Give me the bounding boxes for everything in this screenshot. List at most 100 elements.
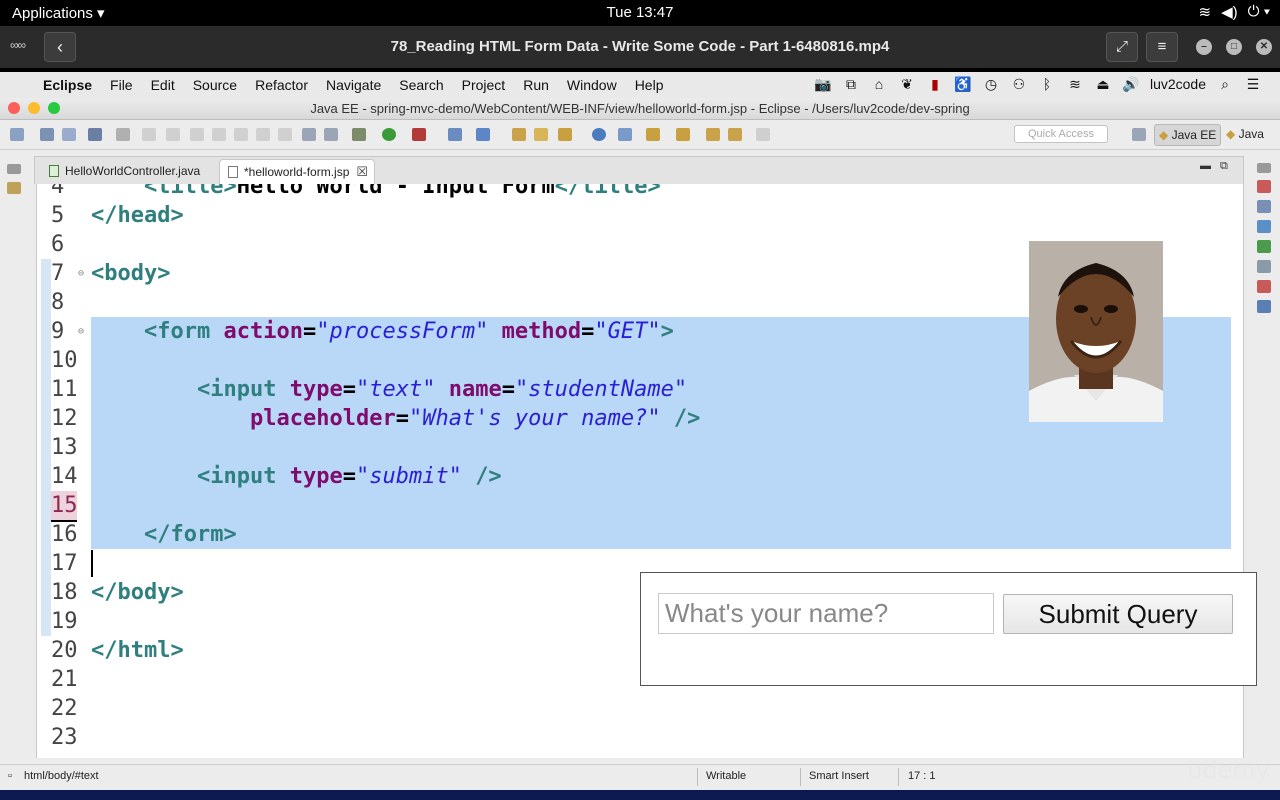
terminate-icon[interactable] bbox=[190, 128, 204, 141]
fold-toggle-icon[interactable]: ⊖ bbox=[78, 317, 84, 346]
window-icon[interactable]: ⧉ bbox=[842, 76, 860, 92]
code-text: <title>Hello World - Input Form</title> bbox=[144, 184, 661, 199]
code-line[interactable]: 22 bbox=[37, 694, 1243, 723]
open-type-icon[interactable] bbox=[512, 128, 526, 141]
minimize-editor-icon[interactable]: ▬ bbox=[1200, 160, 1211, 172]
console-icon[interactable] bbox=[1257, 300, 1271, 313]
menu-navigate[interactable]: Navigate bbox=[317, 77, 390, 93]
notification-list-icon[interactable]: ☰ bbox=[1244, 76, 1262, 92]
save-icon[interactable] bbox=[40, 128, 54, 141]
code-line[interactable]: 16 </form> bbox=[37, 520, 1243, 549]
code-line[interactable]: 4 <title>Hello World - Input Form</title… bbox=[37, 184, 1243, 201]
disconnect-icon[interactable] bbox=[212, 128, 226, 141]
menu-window[interactable]: Window bbox=[558, 77, 626, 93]
new-package-icon[interactable] bbox=[476, 128, 490, 141]
properties-icon[interactable] bbox=[1257, 200, 1271, 213]
maximize-icon[interactable]: □ bbox=[1226, 39, 1242, 55]
restore-icon[interactable] bbox=[1257, 163, 1271, 173]
sync-icon[interactable] bbox=[618, 128, 632, 141]
external-tools-icon[interactable] bbox=[412, 128, 426, 141]
student-name-input[interactable]: What's your name? bbox=[658, 593, 994, 634]
minimize-icon[interactable]: – bbox=[1196, 39, 1212, 55]
user-name[interactable]: luv2code bbox=[1150, 76, 1206, 92]
menu-search[interactable]: Search bbox=[390, 77, 452, 93]
code-line[interactable]: 23 bbox=[37, 723, 1243, 752]
fold-toggle-icon[interactable]: ⊖ bbox=[78, 259, 84, 288]
open-folder-icon[interactable] bbox=[534, 128, 548, 141]
tab-helloworldcontroller[interactable]: HelloWorldController.java bbox=[41, 159, 221, 185]
step-return-icon[interactable] bbox=[278, 128, 292, 141]
wifi-icon[interactable]: ≋ bbox=[1066, 76, 1084, 92]
evernote-icon[interactable]: ❦ bbox=[898, 76, 916, 92]
project-explorer-icon[interactable] bbox=[7, 182, 21, 194]
menu-eclipse[interactable]: Eclipse bbox=[34, 77, 101, 93]
udemy-watermark: udemy bbox=[1187, 756, 1270, 784]
snippets-icon[interactable] bbox=[1257, 260, 1271, 273]
text-cursor bbox=[91, 550, 93, 577]
problems-icon[interactable] bbox=[1257, 280, 1271, 293]
spotlight-search-icon[interactable]: ⌕ bbox=[1216, 76, 1234, 92]
skip-breakpoints-icon[interactable] bbox=[116, 128, 130, 141]
step-into-icon[interactable] bbox=[234, 128, 248, 141]
data-source-icon[interactable] bbox=[1257, 240, 1271, 253]
fullscreen-icon[interactable]: ⤢ bbox=[1106, 32, 1138, 62]
debug-icon[interactable] bbox=[352, 128, 366, 141]
terminal-icon[interactable] bbox=[88, 128, 102, 141]
code-line[interactable]: 5 </head> bbox=[37, 201, 1243, 230]
perspective-java-ee[interactable]: ◆ Java EE bbox=[1154, 124, 1222, 146]
toggle-icon[interactable] bbox=[324, 128, 338, 141]
code-line[interactable]: 14 <input type="submit" /> bbox=[37, 462, 1243, 491]
outline-icon[interactable] bbox=[302, 128, 316, 141]
markers-icon[interactable] bbox=[1257, 180, 1271, 193]
menu-project[interactable]: Project bbox=[453, 77, 515, 93]
time-machine-icon[interactable]: ◷ bbox=[982, 76, 1000, 92]
menu-run[interactable]: Run bbox=[514, 77, 558, 93]
code-line[interactable]: 15 bbox=[37, 491, 1243, 520]
volume-icon[interactable]: 🔊 bbox=[1122, 76, 1140, 92]
new-server-icon[interactable] bbox=[448, 128, 462, 141]
close-icon[interactable]: ✕ bbox=[1256, 39, 1272, 55]
forward-icon[interactable] bbox=[756, 128, 770, 141]
menu-help[interactable]: Help bbox=[626, 77, 673, 93]
suspend-icon[interactable] bbox=[166, 128, 180, 141]
tab-helloworld-form[interactable]: *helloworld-form.jsp ☒ bbox=[219, 159, 375, 185]
run-icon[interactable] bbox=[382, 128, 396, 141]
volume-icon[interactable]: ◀) bbox=[1221, 3, 1238, 21]
menu-file[interactable]: File bbox=[101, 77, 142, 93]
hamburger-menu-icon[interactable]: ≡ bbox=[1146, 32, 1178, 62]
home-icon[interactable]: ⌂ bbox=[870, 76, 888, 92]
perspective-java[interactable]: ◆ Java bbox=[1222, 124, 1268, 146]
step-over-icon[interactable] bbox=[256, 128, 270, 141]
bluetooth-icon[interactable]: ᛒ bbox=[1038, 76, 1056, 92]
web-browser-icon[interactable] bbox=[592, 128, 606, 141]
close-tab-icon[interactable]: ☒ bbox=[356, 160, 368, 184]
code-line[interactable]: 13 bbox=[37, 433, 1243, 462]
accessibility-icon[interactable]: ♿ bbox=[954, 76, 972, 92]
menu-edit[interactable]: Edit bbox=[142, 77, 184, 93]
camera-icon[interactable]: 📷 bbox=[814, 76, 832, 92]
java-ee-icon: ◆ bbox=[1159, 128, 1169, 142]
maximize-editor-icon[interactable]: ⧉ bbox=[1220, 160, 1228, 173]
save-all-icon[interactable] bbox=[62, 128, 76, 141]
quick-access-input[interactable]: Quick Access bbox=[1014, 125, 1108, 143]
power-icon[interactable]: ⏻ ▾ bbox=[1248, 3, 1270, 21]
back-icon[interactable] bbox=[728, 128, 742, 141]
search-icon[interactable] bbox=[558, 128, 572, 141]
new-icon[interactable] bbox=[10, 128, 24, 141]
right-trim-bar bbox=[1254, 156, 1274, 336]
eject-icon[interactable]: ⏏ bbox=[1094, 76, 1112, 92]
clock[interactable]: Tue 13:47 bbox=[0, 4, 1280, 21]
next-annotation-icon[interactable] bbox=[646, 128, 660, 141]
last-edit-location-icon[interactable] bbox=[706, 128, 720, 141]
servers-icon[interactable] bbox=[1257, 220, 1271, 233]
submit-query-button[interactable]: Submit Query bbox=[1003, 594, 1233, 634]
open-perspective-icon[interactable] bbox=[1132, 128, 1146, 141]
wifi-icon[interactable]: ≋ bbox=[1199, 3, 1212, 21]
binoculars-icon[interactable]: ⚇ bbox=[1010, 76, 1028, 92]
resume-icon[interactable] bbox=[142, 128, 156, 141]
record-icon[interactable]: ▮ bbox=[926, 76, 944, 92]
menu-refactor[interactable]: Refactor bbox=[246, 77, 317, 93]
menu-source[interactable]: Source bbox=[184, 77, 246, 93]
restore-icon[interactable] bbox=[7, 164, 21, 174]
previous-annotation-icon[interactable] bbox=[676, 128, 690, 141]
